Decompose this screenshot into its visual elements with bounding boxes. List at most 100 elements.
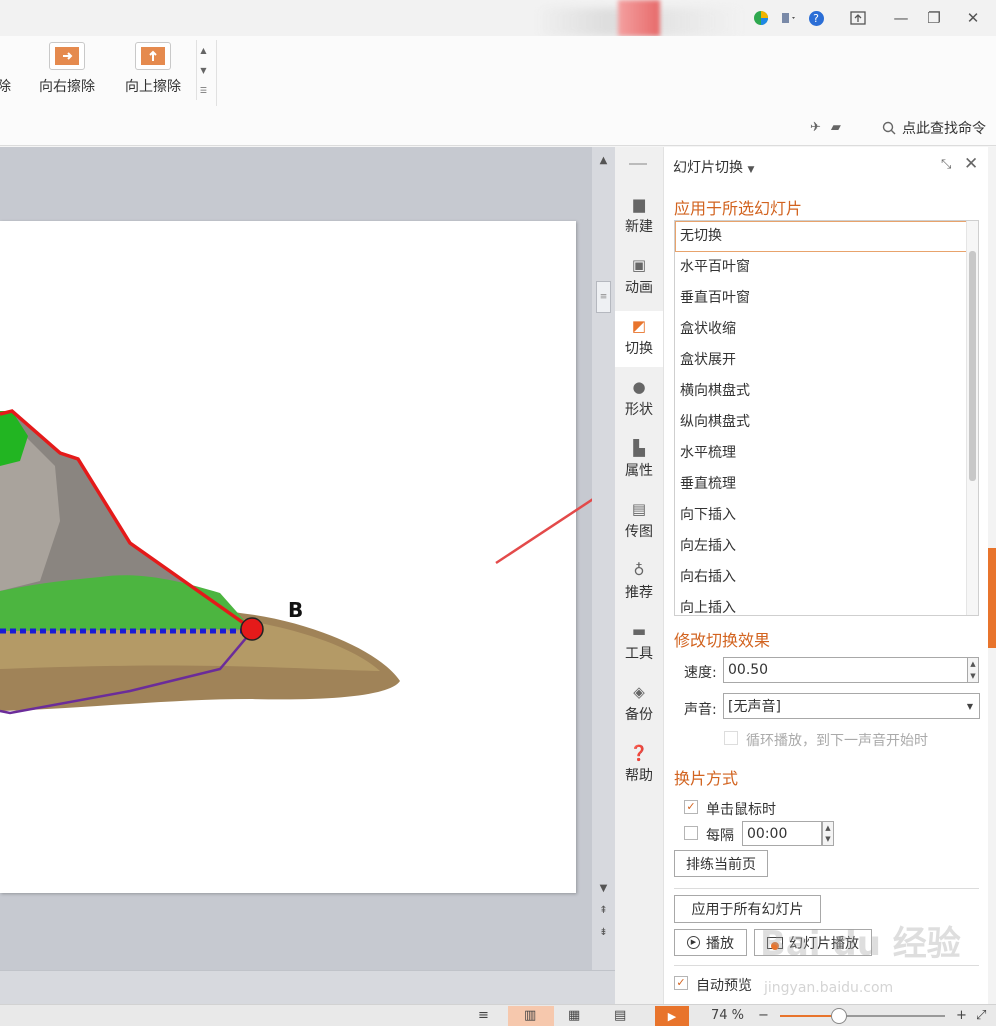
sidebar-item-help[interactable]: ❓ 帮助	[615, 744, 663, 785]
shapes-icon: ●	[632, 378, 646, 396]
transition-item[interactable]: 水平百叶窗	[675, 252, 978, 283]
ribbon: 除 向右擦除 向上擦除 ▲ ▼ ☰ ✈ ▰ 点此查找命令	[0, 36, 996, 146]
ribbon-item-erase-right[interactable]: 向右擦除	[34, 42, 100, 96]
transition-item[interactable]: 垂直梳理	[675, 469, 978, 500]
sorter-view-icon[interactable]: ▦	[568, 1008, 580, 1023]
sound-select[interactable]: [无声音] ▼	[723, 693, 980, 719]
close-icon[interactable]: ✕	[964, 154, 978, 174]
advance-section-title: 换片方式	[674, 769, 739, 788]
blurred-avatar	[618, 0, 660, 36]
slideshow-play-icon[interactable]: ▶	[655, 1006, 689, 1026]
transition-item[interactable]: 向上插入	[675, 593, 978, 615]
sidebar-item-backup[interactable]: ◈ 备份	[615, 683, 663, 724]
ribbon-item-erase-up[interactable]: 向上擦除	[120, 42, 186, 96]
notes-icon[interactable]: ≡	[478, 1008, 489, 1023]
scroll-down-icon[interactable]: ▼	[592, 883, 615, 894]
chevron-down-icon[interactable]: ▼	[197, 60, 210, 80]
horizontal-scrollbar[interactable]	[0, 970, 615, 1004]
toolbox-icon: ▬	[631, 622, 647, 640]
list-scrollbar[interactable]	[966, 221, 978, 615]
comment-icon[interactable]: ▰	[831, 120, 841, 135]
panel-title[interactable]: 幻灯片切换 ▼	[673, 157, 754, 177]
sidebar-item-animation[interactable]: ▣ 动画	[615, 256, 663, 297]
help-icon[interactable]: ?	[803, 6, 829, 30]
expand-gallery-icon[interactable]: ☰	[197, 80, 210, 100]
grip-icon	[629, 163, 647, 165]
command-search[interactable]: 点此查找命令	[882, 118, 986, 138]
sidebar-item-upload-image[interactable]: ▤ 传图	[615, 500, 663, 541]
wps-logo-icon[interactable]	[748, 6, 774, 30]
transition-item[interactable]: 垂直百叶窗	[675, 283, 978, 314]
sidebar-item-properties[interactable]: ▙ 属性	[615, 439, 663, 480]
chevron-down-icon: ▼	[747, 165, 755, 175]
sidebar-item-new[interactable]: ▆ 新建	[615, 195, 663, 236]
auto-preview-checkbox[interactable]: ✓	[674, 976, 688, 990]
pin-icon[interactable]: ✈	[810, 120, 821, 135]
every-time-input[interactable]: 00:00	[742, 821, 822, 846]
speed-stepper[interactable]: ▲ ▼	[967, 657, 979, 683]
transition-icon: ◩	[631, 317, 647, 335]
sidebar-item-tools[interactable]: ▬ 工具	[615, 622, 663, 663]
ribbon-gallery-scroll[interactable]: ▲ ▼ ☰	[196, 40, 210, 100]
loop-checkbox[interactable]	[724, 731, 738, 745]
command-search-label: 点此查找命令	[902, 121, 986, 137]
vertical-scrollbar[interactable]: ▲ ≡ ▼ ⇞ ⇟	[592, 147, 615, 970]
on-click-checkbox[interactable]: ✓	[684, 800, 698, 814]
play-button[interactable]: ▶ 播放	[674, 929, 747, 956]
every-checkbox[interactable]	[684, 826, 698, 840]
prev-slide-icon[interactable]: ⇞	[592, 905, 615, 916]
erase-up-icon	[135, 42, 171, 70]
slide-canvas[interactable]: B	[0, 147, 592, 970]
image-upload-icon: ▤	[631, 500, 647, 518]
animation-icon: ▣	[631, 256, 647, 274]
zoom-slider-thumb[interactable]	[831, 1008, 848, 1024]
transition-item[interactable]: 向左插入	[675, 531, 978, 562]
minimize-icon[interactable]: —	[888, 6, 914, 30]
sound-select-value: [无声音]	[728, 699, 781, 715]
task-pane-tabs: ▆ 新建 ▣ 动画 ◩ 切换 ● 形状 ▙ 属性 ▤ 传图 ♁ 推荐 ▬ 工具 …	[615, 147, 663, 1004]
zoom-slider[interactable]	[780, 1015, 945, 1017]
sidebar-item-recommend[interactable]: ♁ 推荐	[615, 561, 663, 602]
transition-item[interactable]: 盒状展开	[675, 345, 978, 376]
next-slide-icon[interactable]: ⇟	[592, 927, 615, 938]
transition-list[interactable]: 无切换 水平百叶窗 垂直百叶窗 盒状收缩 盒状展开 横向棋盘式 纵向棋盘式 水平梳理 垂直梳理向…	[674, 220, 979, 616]
transition-item[interactable]: 纵向棋盘式	[675, 407, 978, 438]
upload-icon[interactable]	[845, 6, 871, 30]
transition-item[interactable]: 横向棋盘式	[675, 376, 978, 407]
sidebar-item-transition[interactable]: ◩ 切换	[615, 311, 663, 367]
scroll-thumb[interactable]: ≡	[596, 281, 611, 313]
sidebar-item-shapes[interactable]: ● 形状	[615, 378, 663, 419]
sidebar-item-label: 传图	[625, 524, 653, 540]
play-button-label: 播放	[706, 935, 734, 952]
skin-icon[interactable]	[776, 6, 802, 30]
reading-view-icon[interactable]: ▤	[614, 1008, 626, 1023]
ribbon-item-erase-partial[interactable]: 除	[0, 42, 24, 96]
properties-icon: ▙	[633, 439, 645, 457]
chevron-down-icon: ▼	[966, 701, 973, 711]
speed-label: 速度:	[684, 665, 717, 681]
every-time-stepper[interactable]: ▲ ▼	[822, 821, 834, 846]
ribbon-tools: ✈ ▰	[810, 120, 841, 135]
close-icon[interactable]: ✕	[960, 6, 986, 30]
on-click-label: 单击鼠标时	[706, 802, 776, 818]
scroll-up-icon[interactable]: ▲	[592, 155, 615, 166]
transition-item[interactable]: 向下插入	[675, 500, 978, 531]
transition-item[interactable]: 向右插入	[675, 562, 978, 593]
rehearse-button[interactable]: 排练当前页	[674, 850, 768, 877]
ribbon-divider	[216, 40, 217, 106]
transition-item[interactable]: 盒状收缩	[675, 314, 978, 345]
fit-window-icon[interactable]: ⤢	[976, 1008, 986, 1023]
restore-icon[interactable]: ❐	[921, 6, 947, 30]
transition-item[interactable]: 无切换	[675, 221, 978, 252]
speed-input[interactable]: 00.50	[723, 657, 968, 683]
zoom-out-icon[interactable]: −	[758, 1008, 769, 1023]
list-scroll-thumb[interactable]	[969, 251, 976, 481]
transition-item[interactable]: 水平梳理	[675, 438, 978, 469]
panel-collapse-tab[interactable]	[988, 548, 996, 648]
dock-icon[interactable]: ⤡	[941, 157, 951, 172]
zoom-in-icon[interactable]: +	[956, 1008, 967, 1023]
every-label: 每隔	[706, 828, 734, 844]
status-bar: ≡ ▥ ▦ ▤ ▶ 74 % − + ⤢	[0, 1004, 996, 1026]
chevron-up-icon[interactable]: ▲	[197, 40, 210, 60]
sidebar-item-label: 新建	[625, 219, 653, 235]
